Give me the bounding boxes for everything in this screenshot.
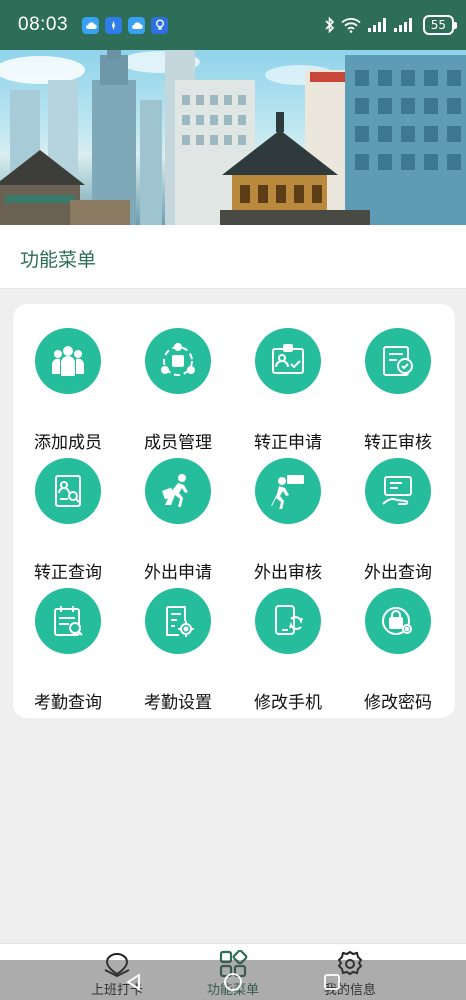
menu-item-label: 成员管理 bbox=[144, 433, 212, 453]
attendance-query-icon bbox=[35, 588, 101, 654]
menu-item-label: 外出申请 bbox=[144, 563, 212, 583]
menu-item-regularization-apply[interactable]: 转正申请 bbox=[233, 328, 343, 453]
status-time: 08:03 bbox=[18, 14, 69, 35]
cloud-app-icon bbox=[82, 16, 100, 34]
bulb-app-icon bbox=[151, 16, 169, 34]
regularization-review-icon bbox=[365, 328, 431, 394]
menu-item-label: 外出审核 bbox=[254, 563, 322, 583]
change-password-icon bbox=[365, 588, 431, 654]
home-icon[interactable] bbox=[223, 972, 243, 992]
battery-icon: 55 bbox=[422, 15, 458, 35]
menu-item-member-management[interactable]: 成员管理 bbox=[123, 328, 233, 453]
bluetooth-icon bbox=[325, 17, 334, 33]
menu-item-label: 考勤查询 bbox=[34, 693, 102, 713]
compass-app-icon bbox=[105, 16, 123, 34]
menu-item-regularization-review[interactable]: 转正审核 bbox=[343, 328, 453, 453]
back-icon[interactable] bbox=[124, 972, 144, 992]
change-phone-icon bbox=[255, 588, 321, 654]
signal-icon bbox=[393, 18, 412, 32]
signal-icon bbox=[367, 18, 386, 32]
status-bar: 08:03 55 bbox=[0, 0, 466, 50]
menu-item-label: 考勤设置 bbox=[144, 693, 212, 713]
function-menu-grid: 添加成员 成员管理 转正申请 转正审核 转正查询 外出申请 外出审核 外出查询 … bbox=[13, 304, 455, 718]
menu-item-attendance-settings[interactable]: 考勤设置 bbox=[123, 588, 233, 713]
attendance-settings-icon bbox=[145, 588, 211, 654]
system-navigation-bar bbox=[0, 960, 466, 1000]
outing-query-icon bbox=[365, 458, 431, 524]
regularization-apply-icon bbox=[255, 328, 321, 394]
wifi-icon bbox=[341, 18, 361, 33]
menu-item-label: 修改密码 bbox=[364, 693, 432, 713]
page-header: 功能菜单 bbox=[0, 225, 466, 289]
menu-item-label: 转正申请 bbox=[254, 433, 322, 453]
menu-item-regularization-query[interactable]: 转正查询 bbox=[13, 458, 123, 583]
menu-item-label: 转正查询 bbox=[34, 563, 102, 583]
menu-item-label: 外出查询 bbox=[364, 563, 432, 583]
menu-item-change-password[interactable]: 修改密码 bbox=[343, 588, 453, 713]
outing-review-icon bbox=[255, 458, 321, 524]
page-title: 功能菜单 bbox=[20, 249, 97, 271]
menu-item-attendance-query[interactable]: 考勤查询 bbox=[13, 588, 123, 713]
menu-item-label: 修改手机 bbox=[254, 693, 322, 713]
menu-item-outing-review[interactable]: 外出审核 bbox=[233, 458, 343, 583]
city-buildings-banner-image bbox=[0, 50, 466, 225]
regularization-query-icon bbox=[35, 458, 101, 524]
outing-apply-icon bbox=[145, 458, 211, 524]
recents-icon[interactable] bbox=[322, 972, 342, 992]
status-indicators: 55 bbox=[325, 15, 458, 35]
menu-item-add-members[interactable]: 添加成员 bbox=[13, 328, 123, 453]
menu-item-outing-query[interactable]: 外出查询 bbox=[343, 458, 453, 583]
menu-item-label: 添加成员 bbox=[34, 433, 102, 453]
cloud-app-icon bbox=[128, 16, 146, 34]
menu-item-outing-apply[interactable]: 外出申请 bbox=[123, 458, 233, 583]
menu-item-change-phone[interactable]: 修改手机 bbox=[233, 588, 343, 713]
add-members-icon bbox=[35, 328, 101, 394]
menu-item-label: 转正审核 bbox=[364, 433, 432, 453]
member-management-icon bbox=[145, 328, 211, 394]
